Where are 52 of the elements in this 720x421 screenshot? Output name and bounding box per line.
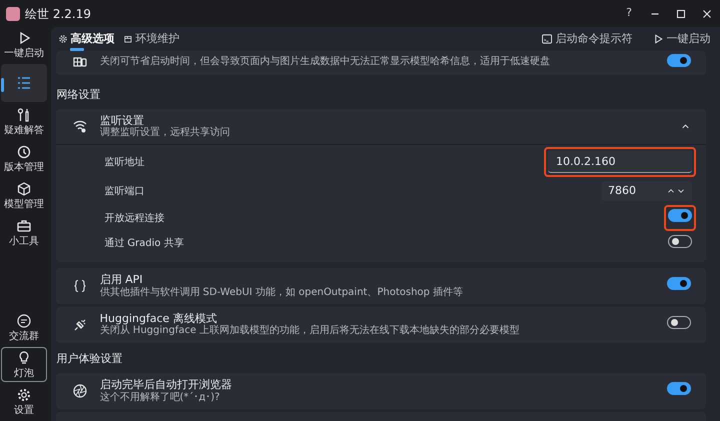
toggle-switch[interactable] <box>666 54 690 67</box>
setting-title: 监听设置 <box>100 114 145 127</box>
sidebar-item[interactable]: 交流群 <box>1 310 47 345</box>
help-button[interactable]: ? <box>616 5 642 22</box>
setting-description: 供其他插件与软件调用 SD-WebUI 功能，如 openOutpaint、Photoshop 插件等 <box>100 286 464 299</box>
aperture-icon <box>72 382 88 399</box>
setting-label: 监听端口 <box>104 184 144 199</box>
sidebar-item[interactable]: 灯泡 <box>1 347 47 382</box>
window-title: 绘世 2.2.19 <box>25 6 91 23</box>
sidebar-item[interactable]: 一键启动 <box>1 27 47 62</box>
settings-icon <box>58 34 68 44</box>
toggle-switch[interactable] <box>666 277 690 290</box>
sidebar-item[interactable]: 疑难解答 <box>1 104 47 140</box>
toggle-switch[interactable] <box>666 316 690 329</box>
app-icon <box>6 6 20 21</box>
plug-icon <box>72 316 88 333</box>
setting-description: 关闭可节省启动时间，但会导致页面内与图片生成数据中无法正常显示模型哈希信息，适用于低速硬盘 <box>100 56 551 68</box>
toggle-switch[interactable] <box>666 382 690 396</box>
section-heading: 用户体验设置 <box>56 351 124 368</box>
setting-label: 监听地址 <box>104 156 144 170</box>
setting-description: 这个不用解释了吧(*´･д･)? <box>100 392 221 404</box>
toggle-switch[interactable] <box>668 234 692 248</box>
setting-title: 启动完毕后自动打开浏览器 <box>100 378 233 392</box>
settings-icon <box>16 387 32 403</box>
text-field[interactable]: 10.0.2.160 <box>548 151 692 174</box>
history-icon <box>16 144 32 160</box>
terminal-icon <box>540 33 552 46</box>
sidebar-item[interactable] <box>1 64 47 102</box>
list-icon <box>16 75 32 92</box>
tab[interactable]: 环境维护 <box>118 27 184 52</box>
braces-icon <box>72 278 88 294</box>
setting-title: Huggingface 离线模式 <box>100 312 218 325</box>
sidebar-item[interactable]: 模型管理 <box>1 178 47 214</box>
section-heading: 网络设置 <box>56 87 102 104</box>
number-field[interactable]: 7860 <box>602 181 692 202</box>
tab[interactable]: 高级选项 <box>54 27 118 52</box>
toolbar-button[interactable]: 一键启动 <box>648 27 714 52</box>
sidebar-item[interactable]: 设置 <box>1 384 47 419</box>
setting-description: 调整监听设置，远程共享访问 <box>100 127 231 140</box>
sidebar-item[interactable]: 小工具 <box>1 215 47 250</box>
toggle-switch[interactable] <box>668 209 692 222</box>
setting-description: 关闭从 Huggingface 上联网加载模型的功能，启用后将无法在线下载本地缺失的部分必要模型 <box>100 325 520 338</box>
setting-label: 通过 Gradio 共享 <box>104 236 184 252</box>
setting-title: 启用 API <box>100 272 144 286</box>
toolbox-icon <box>16 218 32 234</box>
toolbar-button[interactable]: 启动命令提示符 <box>536 27 636 52</box>
cube-icon <box>16 181 32 198</box>
wifi-icon <box>72 118 88 134</box>
box-icon <box>122 34 132 44</box>
setting-label: 开放远程连接 <box>104 212 164 226</box>
sidebar-item[interactable]: 版本管理 <box>1 141 47 176</box>
chat-icon <box>16 313 32 329</box>
